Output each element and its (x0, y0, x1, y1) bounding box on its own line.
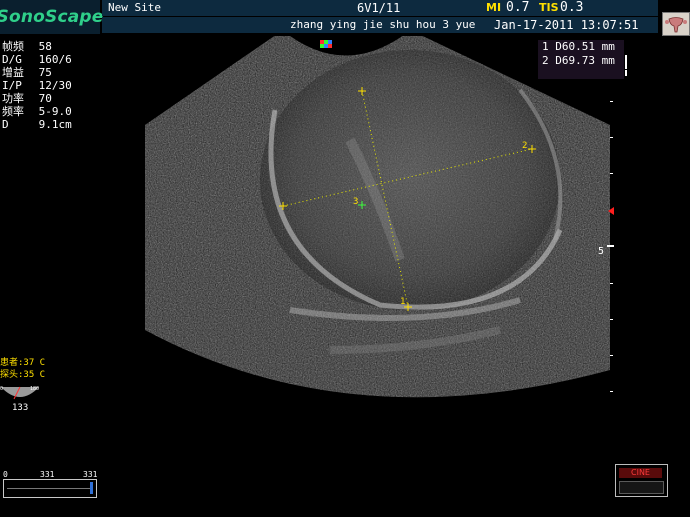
param-value: 70 (38, 92, 52, 105)
cine-button[interactable]: CINE (615, 464, 668, 497)
param-row: D/G 160/6 (2, 53, 72, 66)
depth-label-5: 5 (598, 246, 604, 257)
cine-slider-handle[interactable] (90, 482, 93, 494)
measurement-1: 1 D60.51 mm (542, 40, 615, 53)
cine-slider-min: 0 (3, 470, 8, 479)
imaging-parameters: 帧频 58 D/G 160/6 增益 75 I/P 12/30 功率 70 频率… (2, 40, 72, 131)
patient-temperature: 患者:37 C (0, 358, 46, 368)
param-row: 功率 70 (2, 92, 72, 105)
param-key: 频率 (2, 105, 24, 118)
cine-slider[interactable] (3, 479, 97, 498)
param-row: D 9.1cm (2, 118, 72, 131)
param-value: 9.1cm (38, 118, 72, 131)
param-key: I/P (2, 79, 22, 92)
date-time: Jan-17-2011 13:07:51 (494, 18, 639, 32)
angle-min: 0 (0, 386, 3, 392)
measurement-2: 2 D69.73 mm (542, 54, 615, 67)
marker-2: 2 (522, 141, 527, 151)
probe-label: 6V1/11 (357, 1, 401, 15)
measurement-results: 1 D60.51 mm 2 D69.73 mm (538, 40, 624, 79)
param-key: D (2, 118, 9, 131)
cine-label: CINE (619, 468, 662, 478)
param-key: 增益 (2, 66, 24, 79)
param-value: 58 (38, 40, 52, 53)
header-row-1: New Site 6V1/11 MI 0.7 TIS 0.3 (102, 0, 658, 16)
site-name: New Site (108, 1, 161, 14)
param-row: 帧频 58 (2, 40, 72, 53)
param-key: 帧频 (2, 40, 24, 53)
uterus-icon[interactable] (662, 12, 690, 36)
temperature-readouts: 患者:37 C 探头:35 C (0, 357, 45, 381)
tis-label: TIS (539, 1, 559, 14)
param-value: 12/30 (38, 79, 72, 92)
param-key: D/G (2, 53, 22, 66)
mi-value: 0.7 (506, 0, 530, 15)
param-value: 75 (38, 66, 52, 79)
marker-3: 3 (353, 197, 358, 207)
top-bar: SonoScape New Site 6V1/11 MI 0.7 TIS 0.3… (0, 0, 690, 36)
param-key: 功率 (2, 92, 24, 105)
brand-logo: SonoScape (0, 0, 103, 34)
param-row: I/P 12/30 (2, 79, 72, 92)
param-row: 增益 75 (2, 66, 72, 79)
orientation-mark-icon (320, 40, 332, 48)
cine-slider-track (7, 488, 91, 489)
probe-temperature: 探头:35 C (0, 370, 46, 380)
marker-1: 1 (400, 297, 405, 307)
angle-max: 180 (30, 386, 39, 392)
cine-indicator (619, 481, 664, 494)
angle-indicator: 0 180 (0, 385, 40, 405)
param-value: 160/6 (38, 53, 72, 66)
patient-name: zhang ying jie shu hou 3 yue (290, 18, 476, 31)
tis-value: 0.3 (560, 0, 584, 15)
cine-slider-mid: 331 (40, 470, 55, 479)
mi-label: MI (486, 1, 502, 14)
header-row-2: zhang ying jie shu hou 3 yue Jan-17-2011… (102, 17, 658, 33)
brand-logo-text: SonoScape (0, 7, 104, 27)
angle-value: 133 (12, 403, 29, 413)
param-value: 5-9.0 (38, 105, 72, 118)
cine-slider-max: 331 (83, 470, 98, 479)
param-row: 频率 5-9.0 (2, 105, 72, 118)
